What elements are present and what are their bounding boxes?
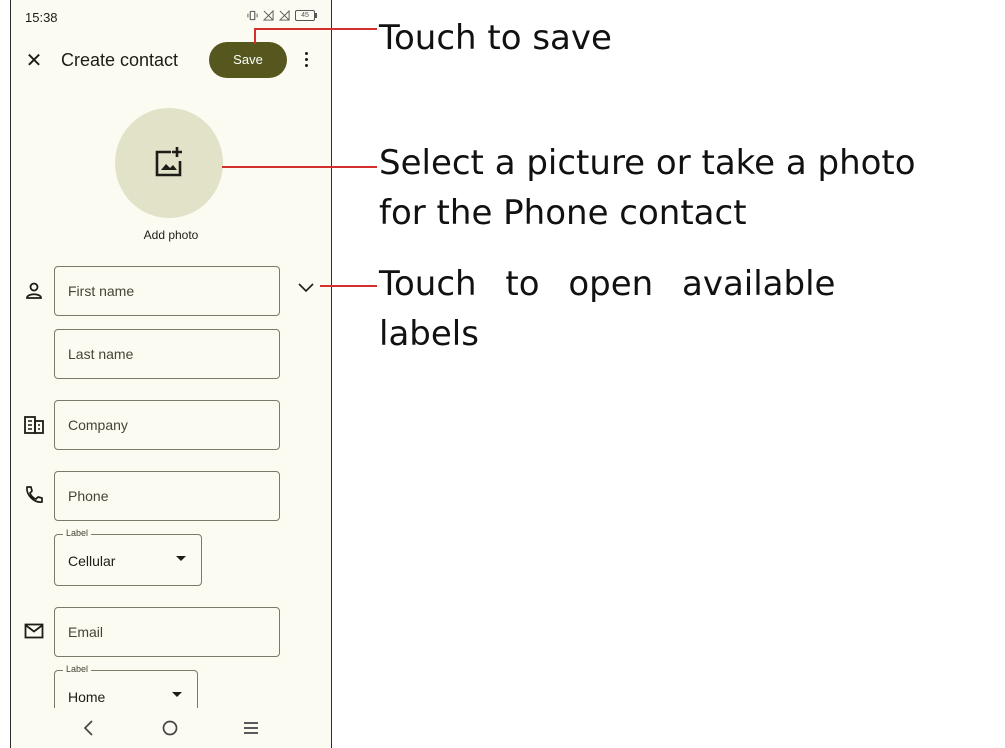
- labels-callout-line: [320, 285, 377, 287]
- home-icon[interactable]: [158, 716, 182, 740]
- labels-annotation-line2: labels: [379, 314, 479, 354]
- no-signal-icon: [263, 10, 274, 21]
- close-icon[interactable]: ✕: [23, 50, 45, 72]
- app-bar: ✕ Create contact Save: [11, 38, 331, 84]
- save-callout-line: [254, 28, 377, 30]
- phone-label-select[interactable]: Label Cellular: [54, 528, 202, 586]
- add-photo-label: Add photo: [143, 228, 199, 242]
- save-annotation: Touch to save: [379, 18, 612, 58]
- back-icon[interactable]: [77, 716, 101, 740]
- no-signal-icon-2: [279, 10, 290, 21]
- battery-icon: 45: [295, 10, 317, 21]
- photo-annotation-line2: for the Phone contact: [379, 193, 747, 233]
- dropdown-arrow-icon: [172, 692, 182, 697]
- phone-placeholder: Phone: [68, 488, 109, 504]
- phone-icon: [26, 486, 43, 503]
- photo-annotation-line1: Select a picture or take a photo: [379, 143, 916, 183]
- add-photo-button[interactable]: [115, 108, 223, 218]
- save-button[interactable]: Save: [209, 42, 287, 78]
- email-field[interactable]: Email: [54, 607, 280, 657]
- add-photo-icon: [155, 147, 182, 177]
- mail-icon: [24, 623, 44, 639]
- vibrate-icon: [247, 10, 258, 21]
- person-icon: [26, 282, 42, 299]
- first-name-field[interactable]: First name: [54, 266, 280, 316]
- phone-screen: 15:38 45 ✕ Create contact Save Add photo…: [10, 0, 332, 748]
- page-title: Create contact: [61, 50, 179, 70]
- business-icon: [24, 416, 44, 434]
- phone-label-caption: Label: [63, 528, 92, 538]
- company-field[interactable]: Company: [54, 400, 280, 450]
- status-time: 15:38: [25, 10, 58, 25]
- dropdown-arrow-icon: [176, 556, 186, 561]
- chevron-down-icon[interactable]: [295, 276, 317, 298]
- photo-callout-line: [222, 166, 377, 168]
- phone-label-value: Cellular: [68, 553, 116, 569]
- more-vert-icon[interactable]: [299, 46, 315, 74]
- email-placeholder: Email: [68, 624, 104, 640]
- save-callout-line-vertical: [254, 28, 256, 44]
- navigation-bar: [11, 708, 331, 748]
- first-name-placeholder: First name: [68, 283, 135, 299]
- phone-field[interactable]: Phone: [54, 471, 280, 521]
- email-label-value: Home: [68, 689, 106, 705]
- menu-icon[interactable]: [239, 716, 263, 740]
- company-placeholder: Company: [68, 417, 128, 433]
- status-icons: 45: [247, 10, 317, 21]
- email-label-caption: Label: [63, 664, 92, 674]
- last-name-field[interactable]: Last name: [54, 329, 280, 379]
- status-bar: 15:38 45: [25, 10, 317, 25]
- last-name-placeholder: Last name: [68, 346, 134, 362]
- labels-annotation-line1: Touch to open available: [379, 264, 836, 304]
